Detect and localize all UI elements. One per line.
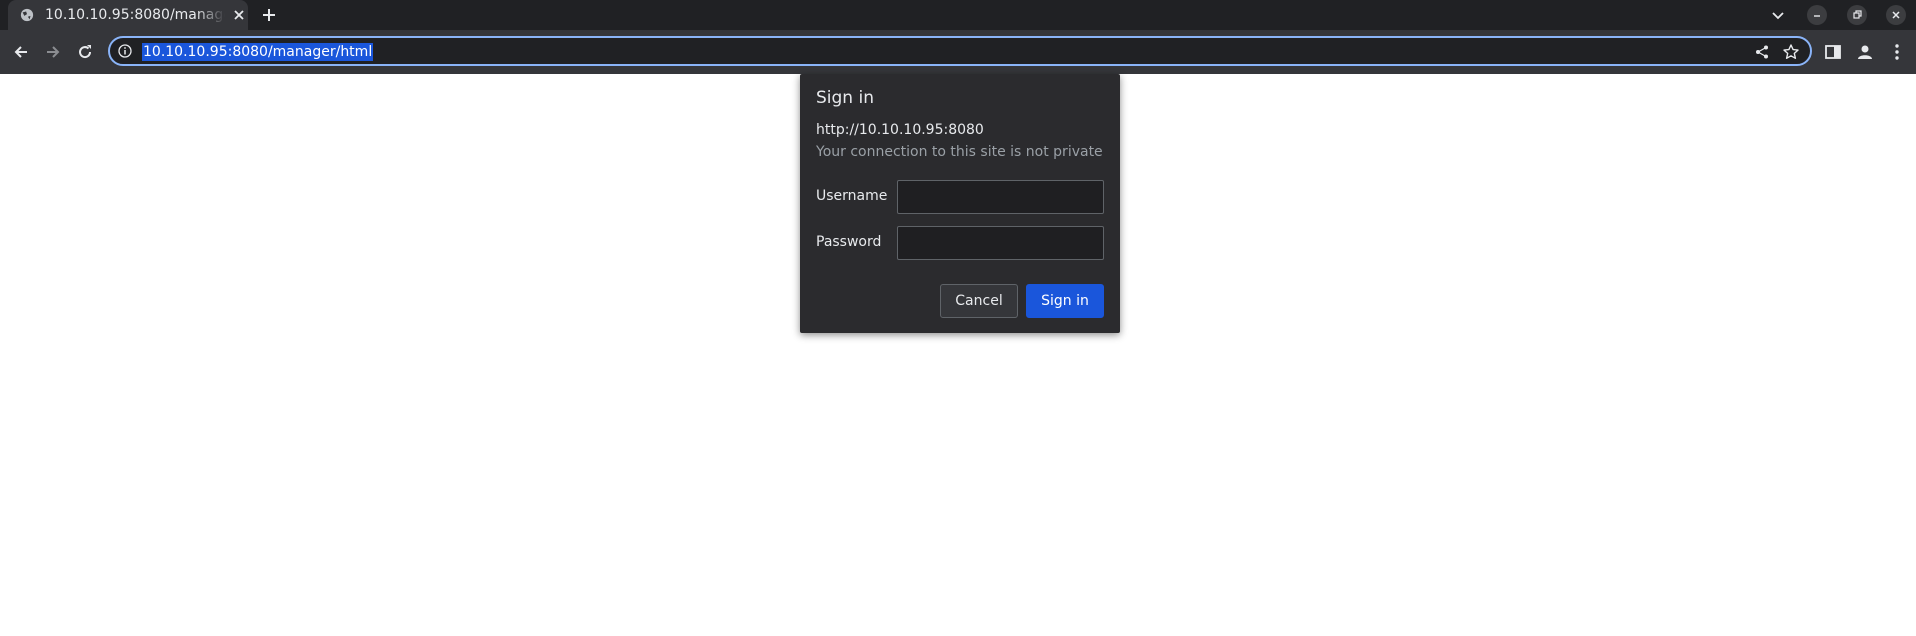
reload-icon[interactable] [75, 42, 95, 62]
cancel-button[interactable]: Cancel [940, 284, 1018, 318]
restore-icon [1853, 10, 1862, 19]
dialog-title: Sign in [816, 88, 874, 108]
profile-icon[interactable] [1855, 42, 1875, 62]
minimize-icon [1814, 15, 1820, 17]
username-field[interactable] [897, 180, 1104, 214]
tab-title: 10.10.10.95:8080/manager/html [45, 7, 225, 23]
dialog-origin: http://10.10.10.95:8080 [816, 122, 984, 138]
browser-tab[interactable]: 10.10.10.95:8080/manager/html [8, 0, 248, 30]
username-label: Username [816, 188, 888, 204]
close-icon[interactable] [231, 7, 247, 23]
globe-icon [20, 8, 34, 22]
info-icon[interactable] [117, 43, 133, 59]
connection-warning: Your connection to this site is not priv… [816, 144, 1103, 160]
star-icon[interactable] [1782, 43, 1800, 61]
restore-button[interactable] [1847, 5, 1867, 25]
share-icon[interactable] [1754, 44, 1770, 60]
new-tab-plus-icon[interactable] [260, 6, 278, 24]
sign-in-button[interactable]: Sign in [1026, 284, 1104, 318]
kebab-menu-icon[interactable] [1887, 42, 1907, 62]
close-icon [1892, 11, 1900, 19]
url-text[interactable]: 10.10.10.95:8080/manager/html [142, 43, 374, 61]
chevron-down-icon[interactable] [1768, 5, 1788, 25]
minimize-button[interactable] [1807, 5, 1827, 25]
password-field[interactable] [897, 226, 1104, 260]
tab-strip: 10.10.10.95:8080/manager/html [0, 0, 1916, 30]
address-bar[interactable]: 10.10.10.95:8080/manager/html [108, 36, 1812, 66]
sign-in-dialog: Sign in http://10.10.10.95:8080 Your con… [800, 74, 1120, 333]
arrow-right-icon[interactable] [43, 42, 63, 62]
window-close-button[interactable] [1886, 5, 1906, 25]
browser-toolbar: 10.10.10.95:8080/manager/html [0, 30, 1916, 74]
side-panel-icon[interactable] [1823, 42, 1843, 62]
arrow-left-icon[interactable] [11, 42, 31, 62]
password-label: Password [816, 234, 882, 250]
